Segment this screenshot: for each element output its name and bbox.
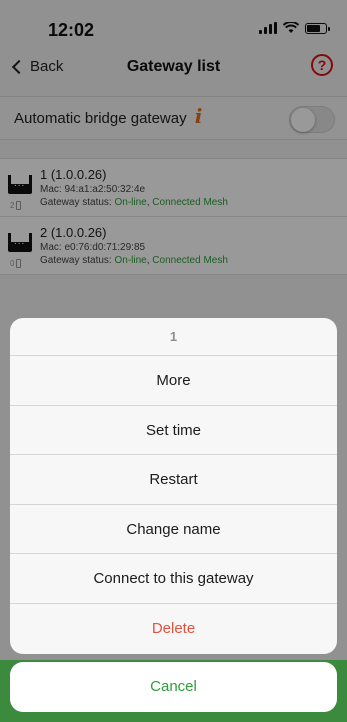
delete-button[interactable]: Delete: [10, 604, 337, 654]
action-sheet-title: 1: [10, 318, 337, 356]
more-button[interactable]: More: [10, 356, 337, 406]
change-name-button[interactable]: Change name: [10, 505, 337, 555]
set-time-button[interactable]: Set time: [10, 406, 337, 456]
action-sheet: 1 More Set time Restart Change name Conn…: [10, 318, 337, 654]
restart-button[interactable]: Restart: [10, 455, 337, 505]
cancel-button[interactable]: Cancel: [10, 662, 337, 712]
connect-gateway-button[interactable]: Connect to this gateway: [10, 554, 337, 604]
